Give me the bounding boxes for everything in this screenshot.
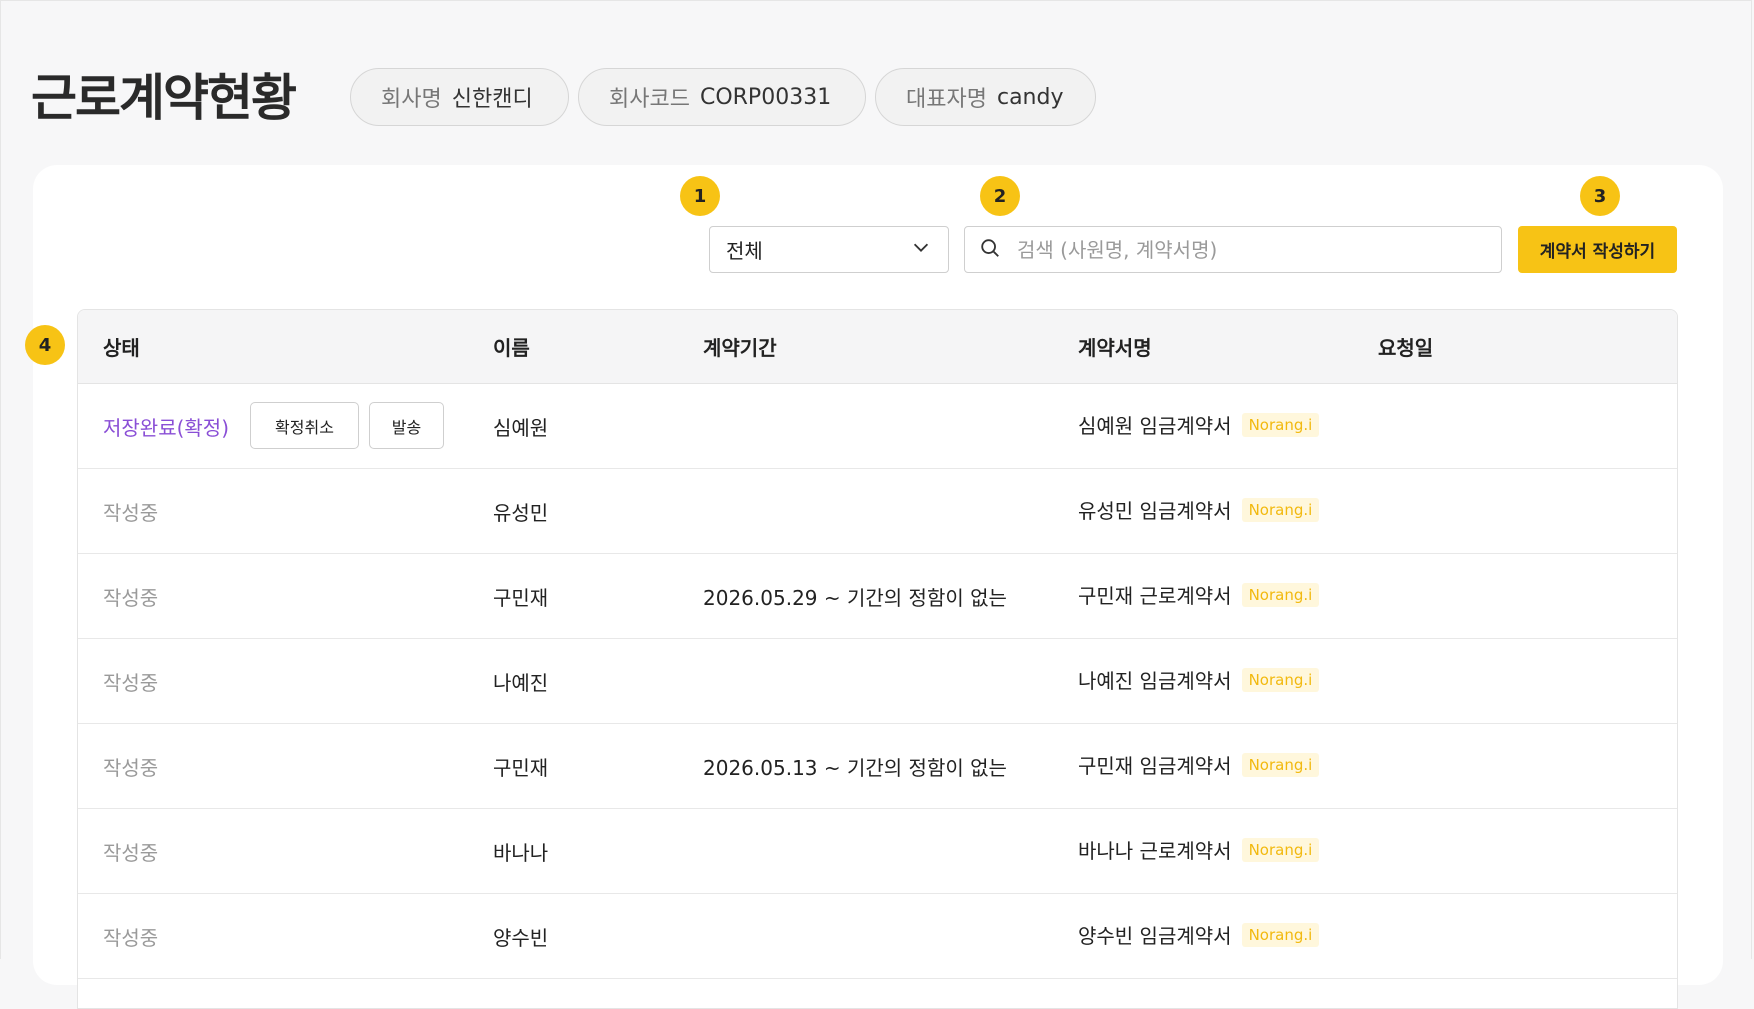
template-tag: Norang.i <box>1241 667 1320 692</box>
search-input[interactable] <box>1015 236 1487 263</box>
send-button[interactable]: 발송 <box>369 402 444 449</box>
annotation-marker-1: 1 <box>680 176 720 216</box>
company-code-value: CORP00331 <box>699 84 832 110</box>
contract-name-text: 바나나 근로계약서 <box>1078 839 1232 863</box>
status-text: 작성중 <box>103 841 159 865</box>
create-contract-button[interactable]: 계약서 작성하기 <box>1518 226 1677 273</box>
table-row[interactable]: 작성중 나예진 나예진 임금계약서 Norang.i <box>78 639 1677 724</box>
status-filter-select[interactable]: 전체 <box>709 226 949 273</box>
table-row[interactable]: 작성중 구민재 2026.05.13 ~ 기간의 정함이 없는 구민재 임금계약… <box>78 724 1677 809</box>
column-header-status: 상태 <box>103 336 140 360</box>
status-text: 작성중 <box>103 671 159 695</box>
table-row[interactable]: 작성중 양수빈 양수빈 임금계약서 Norang.i <box>78 894 1677 979</box>
contract-name: 양수빈 임금계약서 Norang.i <box>1078 920 1320 949</box>
employee-name: 나예진 <box>493 671 549 695</box>
annotation-marker-4: 4 <box>25 325 65 365</box>
contract-name: 구민재 임금계약서 Norang.i <box>1078 750 1320 779</box>
contract-name-text: 구민재 근로계약서 <box>1078 584 1232 608</box>
contract-name: 심예원 임금계약서 Norang.i <box>1078 410 1320 439</box>
contract-name: 유성민 임금계약서 Norang.i <box>1078 495 1320 524</box>
employee-name: 바나나 <box>493 841 549 865</box>
chevron-down-icon <box>910 236 932 263</box>
ceo-name-badge: 대표자명 candy <box>875 68 1096 126</box>
column-header-period: 계약기간 <box>703 336 777 360</box>
employee-name: 유성민 <box>493 501 549 525</box>
contract-name-text: 유성민 임금계약서 <box>1078 499 1232 523</box>
status-text: 저장완료(확정) <box>103 416 230 440</box>
status-text: 작성중 <box>103 501 159 525</box>
table-row[interactable]: 작성중 구민재 2026.05.29 ~ 기간의 정함이 없는 구민재 근로계약… <box>78 554 1677 639</box>
status-text: 작성중 <box>103 586 159 610</box>
template-tag: Norang.i <box>1241 412 1320 437</box>
contract-name: 바나나 근로계약서 Norang.i <box>1078 835 1320 864</box>
table-row[interactable]: 작성중 유성민 유성민 임금계약서 Norang.i <box>78 469 1677 554</box>
template-tag: Norang.i <box>1241 837 1320 862</box>
annotation-marker-2: 2 <box>980 176 1020 216</box>
contract-name-text: 심예원 임금계약서 <box>1078 414 1232 438</box>
template-tag: Norang.i <box>1241 497 1320 522</box>
template-tag: Norang.i <box>1241 582 1320 607</box>
company-name-value: 신한캔디 <box>451 87 533 112</box>
contract-name: 나예진 임금계약서 Norang.i <box>1078 665 1320 694</box>
table-header: 상태 이름 계약기간 계약서명 요청일 <box>78 310 1677 384</box>
search-box[interactable] <box>964 226 1502 273</box>
company-name-badge: 회사명 신한캔디 <box>350 68 569 126</box>
status-text: 작성중 <box>103 926 159 950</box>
ceo-name-label: 대표자명 <box>906 87 987 112</box>
ceo-name-value: candy <box>996 84 1064 110</box>
status-text: 작성중 <box>103 756 159 780</box>
contract-table: 상태 이름 계약기간 계약서명 요청일 저장완료(확정) 확정취소 발송 심예원… <box>77 309 1678 1009</box>
employee-name: 심예원 <box>493 416 549 440</box>
template-tag: Norang.i <box>1241 922 1320 947</box>
contract-period: 2026.05.29 ~ 기간의 정함이 없는 <box>703 586 1007 610</box>
employee-name: 구민재 <box>493 756 549 780</box>
employee-name: 양수빈 <box>493 926 549 950</box>
column-header-name: 이름 <box>493 336 530 360</box>
contract-name-text: 양수빈 임금계약서 <box>1078 924 1232 948</box>
cancel-confirm-button[interactable]: 확정취소 <box>250 402 359 449</box>
company-code-label: 회사코드 <box>609 87 690 112</box>
company-name-label: 회사명 <box>381 87 442 112</box>
contract-name-text: 나예진 임금계약서 <box>1078 669 1232 693</box>
search-icon <box>979 237 1015 263</box>
contract-name-text: 구민재 임금계약서 <box>1078 754 1232 778</box>
contract-period: 2026.05.13 ~ 기간의 정함이 없는 <box>703 756 1007 780</box>
table-row[interactable]: 저장완료(확정) 확정취소 발송 심예원 심예원 임금계약서 Norang.i <box>78 384 1677 469</box>
status-filter-value: 전체 <box>726 239 763 263</box>
column-header-contract-name: 계약서명 <box>1078 336 1152 360</box>
annotation-marker-3: 3 <box>1580 176 1620 216</box>
contract-name: 구민재 근로계약서 Norang.i <box>1078 580 1320 609</box>
employee-name: 구민재 <box>493 586 549 610</box>
company-code-badge: 회사코드 CORP00331 <box>578 68 866 126</box>
table-row[interactable]: 작성중 바나나 바나나 근로계약서 Norang.i <box>78 809 1677 894</box>
page-title: 근로계약현황 <box>31 69 297 127</box>
column-header-request-date: 요청일 <box>1378 336 1434 360</box>
template-tag: Norang.i <box>1241 752 1320 777</box>
